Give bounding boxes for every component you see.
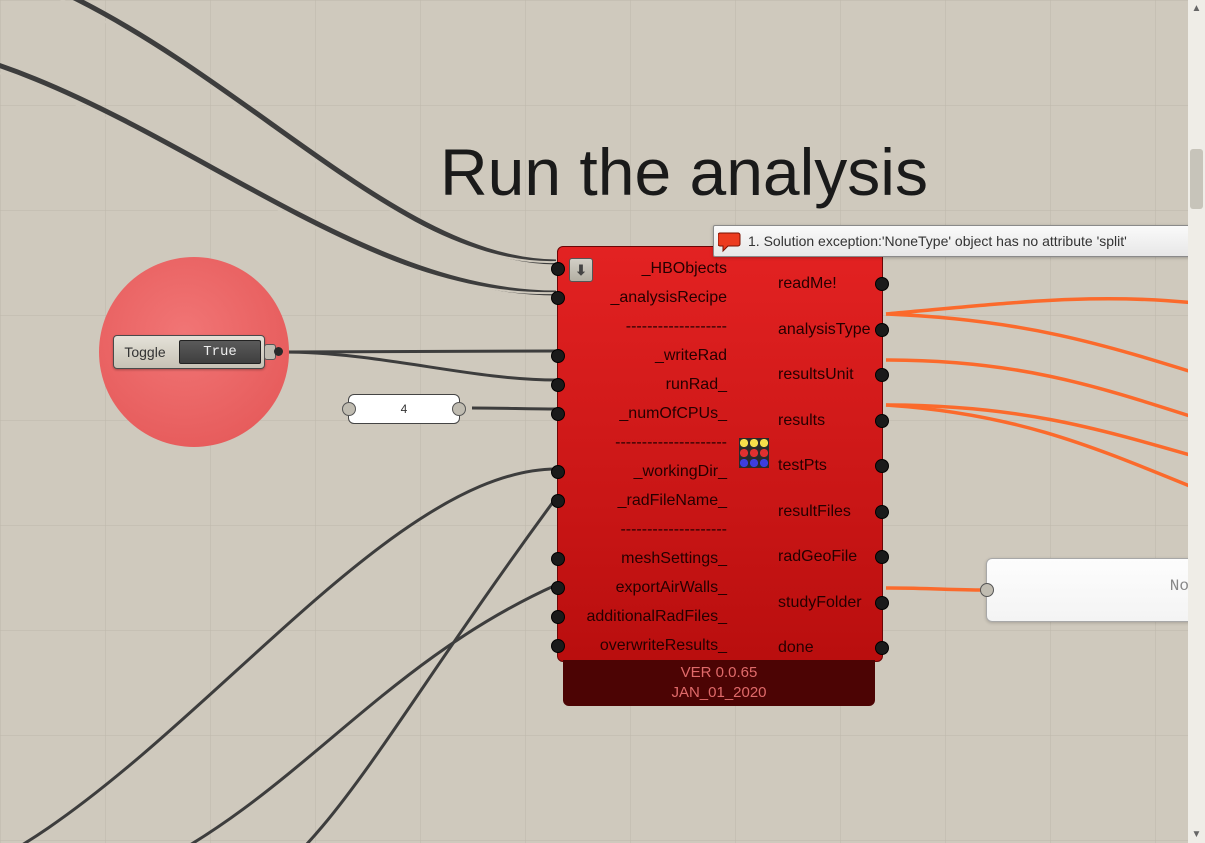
- number-input-grip[interactable]: [342, 402, 356, 416]
- panel-input-grip[interactable]: [980, 583, 994, 597]
- input-label: --------------------: [558, 515, 733, 544]
- output-label: results: [778, 398, 882, 444]
- component-footer: VER 0.0.65 JAN_01_2020: [563, 660, 875, 706]
- output-label: resultsUnit: [778, 352, 882, 398]
- input-label: -------------------: [558, 312, 733, 341]
- input-grip[interactable]: [551, 349, 565, 363]
- input-label: meshSettings_: [558, 544, 733, 573]
- input-grip[interactable]: [551, 465, 565, 479]
- number-output-grip[interactable]: [452, 402, 466, 416]
- output-label: testPts: [778, 443, 882, 489]
- input-grip[interactable]: [551, 552, 565, 566]
- output-grip[interactable]: [875, 596, 889, 610]
- output-grip[interactable]: [875, 323, 889, 337]
- toggle-label: Toggle: [114, 344, 176, 360]
- scroll-down-button[interactable]: ▼: [1188, 826, 1205, 843]
- number-value: 4: [401, 402, 408, 416]
- vertical-scrollbar[interactable]: ▲ ▼: [1188, 0, 1205, 843]
- input-label: _numOfCPUs_: [558, 399, 733, 428]
- input-grip[interactable]: [551, 407, 565, 421]
- input-grip[interactable]: [551, 581, 565, 595]
- input-label: _analysisRecipe: [558, 283, 733, 312]
- inputs-column: _HBObjects_analysisRecipe---------------…: [558, 254, 733, 660]
- output-label: readMe!: [778, 261, 882, 307]
- input-grip[interactable]: [551, 378, 565, 392]
- group-title: Run the analysis: [440, 134, 928, 210]
- error-tooltip-text: 1. Solution exception:'NoneType' object …: [748, 233, 1127, 249]
- component-version: VER 0.0.65: [563, 660, 875, 683]
- output-grip[interactable]: [875, 277, 889, 291]
- scroll-up-button[interactable]: ▲: [1188, 0, 1205, 17]
- output-label: radGeoFile: [778, 534, 882, 580]
- input-grip[interactable]: [551, 610, 565, 624]
- input-grip[interactable]: [551, 639, 565, 653]
- input-label: _radFileName_: [558, 486, 733, 515]
- input-label: additionalRadFiles_: [558, 602, 733, 631]
- input-grip[interactable]: [551, 262, 565, 276]
- output-grip[interactable]: [875, 641, 889, 655]
- output-panel[interactable]: No data: [986, 558, 1205, 622]
- output-label: studyFolder: [778, 580, 882, 626]
- run-daylight-component[interactable]: ⬇ _HBObjects_analysisRecipe-------------…: [557, 246, 881, 706]
- outputs-column: readMe!analysisTyperesultsUnitresultstes…: [778, 261, 882, 671]
- error-bubble-icon: [720, 233, 740, 249]
- boolean-toggle[interactable]: Toggle True: [113, 335, 265, 369]
- input-label: exportAirWalls_: [558, 573, 733, 602]
- input-grip[interactable]: [551, 494, 565, 508]
- scroll-thumb[interactable]: [1190, 149, 1203, 209]
- output-grip[interactable]: [875, 414, 889, 428]
- error-tooltip: 1. Solution exception:'NoneType' object …: [713, 225, 1205, 257]
- input-label: runRad_: [558, 370, 733, 399]
- output-grip[interactable]: [875, 550, 889, 564]
- output-label: resultFiles: [778, 489, 882, 535]
- number-slider[interactable]: 4: [348, 394, 460, 424]
- output-grip[interactable]: [875, 459, 889, 473]
- toggle-output-grip[interactable]: [264, 344, 276, 360]
- input-label: ---------------------: [558, 428, 733, 457]
- output-grip[interactable]: [875, 368, 889, 382]
- input-grip[interactable]: [551, 291, 565, 305]
- output-label: analysisType: [778, 307, 882, 353]
- input-label: _writeRad: [558, 341, 733, 370]
- component-body[interactable]: ⬇ _HBObjects_analysisRecipe-------------…: [557, 246, 883, 662]
- output-grip[interactable]: [875, 505, 889, 519]
- component-icon: [739, 438, 769, 468]
- input-label: overwriteResults_: [558, 631, 733, 660]
- toggle-value[interactable]: True: [179, 340, 261, 364]
- component-date: JAN_01_2020: [563, 683, 875, 703]
- input-label: _HBObjects: [558, 254, 733, 283]
- canvas[interactable]: Run the analysis Toggle True 4 ⬇ _HBObje…: [0, 0, 1205, 843]
- input-label: _workingDir_: [558, 457, 733, 486]
